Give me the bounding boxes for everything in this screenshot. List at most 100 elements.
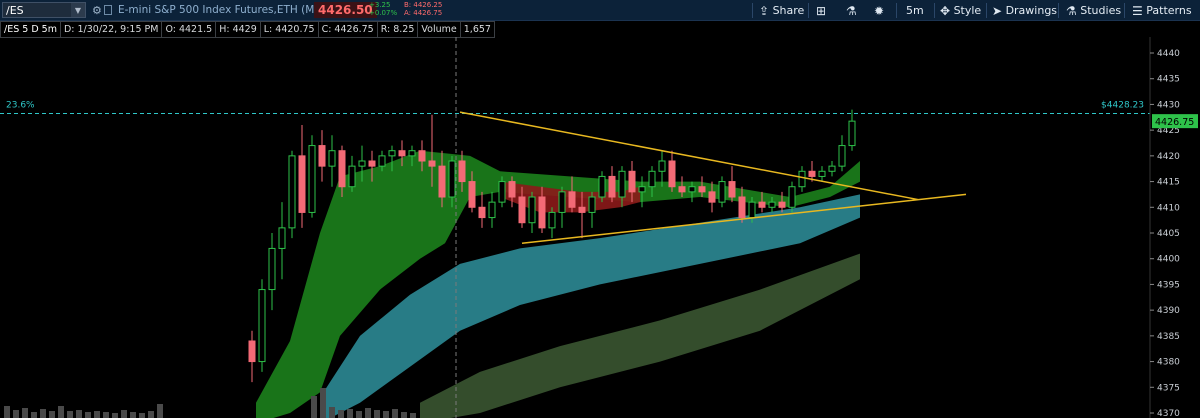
info-volume-label[interactable]: Volume <box>418 21 461 38</box>
price-chart[interactable]: 23.6% 4440443544304425442044154410440544… <box>0 37 1200 418</box>
candle-body <box>398 150 406 157</box>
last-price: 4426.50 <box>314 2 377 18</box>
candle-body <box>768 201 776 208</box>
volume-bar <box>121 410 127 418</box>
chevron-down-icon[interactable]: ▼ <box>71 3 85 17</box>
candle-body <box>508 181 516 198</box>
net-change: +3.25 +0.07% <box>369 1 397 17</box>
studies-button[interactable]: ⚗ Studies <box>1066 0 1121 21</box>
info-high: H: 4429 <box>216 21 261 38</box>
candle-body <box>328 150 336 167</box>
candle-body <box>288 155 296 229</box>
volume-bar <box>49 411 55 418</box>
candle-body <box>258 289 266 363</box>
price-tick-label: 4415 <box>1157 178 1180 188</box>
style-label: Style <box>953 4 982 17</box>
style-button[interactable]: ✥ Style <box>940 0 981 21</box>
candle-body <box>368 160 376 167</box>
volume-bar <box>329 407 335 418</box>
settings-button[interactable]: ✹ <box>874 0 884 21</box>
symbol-info-icon[interactable] <box>104 5 112 15</box>
candle-body <box>558 191 566 213</box>
volume-bar <box>31 412 37 418</box>
candle-body <box>308 145 316 213</box>
gear-icon[interactable]: ⚙ <box>92 4 102 17</box>
patterns-button[interactable]: ☰ Patterns <box>1132 0 1192 21</box>
candle-body <box>728 181 736 198</box>
candle-body <box>418 150 426 162</box>
volume-bar <box>347 409 353 418</box>
volume-bar <box>4 406 10 418</box>
price-tick-label: 4410 <box>1157 203 1180 213</box>
volume-bar <box>374 410 380 418</box>
candle-body <box>838 145 846 167</box>
price-tick-label: 4420 <box>1157 152 1180 162</box>
candle-body <box>688 186 696 193</box>
moving-average-clouds <box>256 150 860 418</box>
price-tick-label: 4385 <box>1157 332 1180 342</box>
cursor-icon: ➤ <box>992 3 1003 18</box>
candle-body <box>578 206 586 213</box>
candle-body <box>378 155 386 167</box>
chart-toolbar: /ES ▼ ⚙ E-mini S&P 500 Index Futures,ETH… <box>0 0 1200 21</box>
drawings-button[interactable]: ➤ Drawings <box>992 0 1057 21</box>
price-tick-label: 4395 <box>1157 280 1180 290</box>
symbol-input[interactable]: /ES ▼ <box>2 2 86 18</box>
price-tick-label: 4400 <box>1157 255 1180 265</box>
studies-lab-button[interactable]: ⚗ <box>846 0 857 21</box>
candle-body <box>448 160 456 198</box>
candle-body <box>268 247 276 291</box>
volume-bar <box>94 411 100 418</box>
volume-bar <box>130 412 136 418</box>
volume-bar <box>311 396 317 418</box>
candle-body <box>298 155 306 213</box>
candlestick-icon: ✥ <box>940 3 951 18</box>
candle-body <box>488 201 496 219</box>
candle-body <box>758 201 766 208</box>
net-change-value: +3.25 <box>369 1 391 9</box>
share-button[interactable]: ⇪ Share <box>759 0 804 21</box>
toolbar-divider <box>934 3 935 18</box>
info-volume-value: 1,657 <box>460 21 495 38</box>
candle-body <box>648 170 656 188</box>
candle-body <box>748 201 756 219</box>
volume-bar <box>85 412 91 418</box>
volume-bar <box>112 413 118 418</box>
info-open: O: 4421.5 <box>162 21 217 38</box>
volume-bar <box>356 411 362 418</box>
candle-body <box>798 170 806 188</box>
info-date: D: 1/30/22, 9:15 PM <box>60 21 163 38</box>
info-range: R: 8.25 <box>377 21 419 38</box>
candle-body <box>348 165 356 188</box>
studies-label: Studies <box>1080 4 1122 17</box>
gear-icon: ✹ <box>874 3 885 18</box>
patterns-icon: ☰ <box>1132 3 1143 18</box>
volume-bar <box>157 404 163 418</box>
fib-price-tag: $4428.23 <box>1101 101 1144 111</box>
candle-body <box>708 191 716 203</box>
toolbar-divider <box>808 3 809 18</box>
candle-body <box>518 196 526 224</box>
candle-body <box>278 227 286 249</box>
candle-body <box>818 170 826 177</box>
grid-icon: ⊞ <box>816 3 827 18</box>
candle-body <box>848 120 856 147</box>
volume-bar <box>148 411 154 418</box>
flask-icon: ⚗ <box>1066 3 1077 18</box>
toolbar-divider <box>1124 3 1125 18</box>
candle-body <box>388 150 396 157</box>
candle-body <box>458 160 466 183</box>
candle-body <box>808 170 816 177</box>
info-close: C: 4426.75 <box>318 21 378 38</box>
toolbar-divider <box>1058 3 1059 18</box>
candle-body <box>698 186 706 193</box>
volume-bar <box>338 410 344 418</box>
toolbar-divider <box>752 3 753 18</box>
flexible-grid-button[interactable]: ⊞ <box>816 0 826 21</box>
price-tick-label: 4370 <box>1157 409 1180 418</box>
volume-bar <box>383 411 389 418</box>
candle-body <box>248 340 256 363</box>
timeframe-button[interactable]: 5m <box>906 0 924 21</box>
price-tick-label: 4380 <box>1157 358 1180 368</box>
candle-body <box>668 160 676 188</box>
